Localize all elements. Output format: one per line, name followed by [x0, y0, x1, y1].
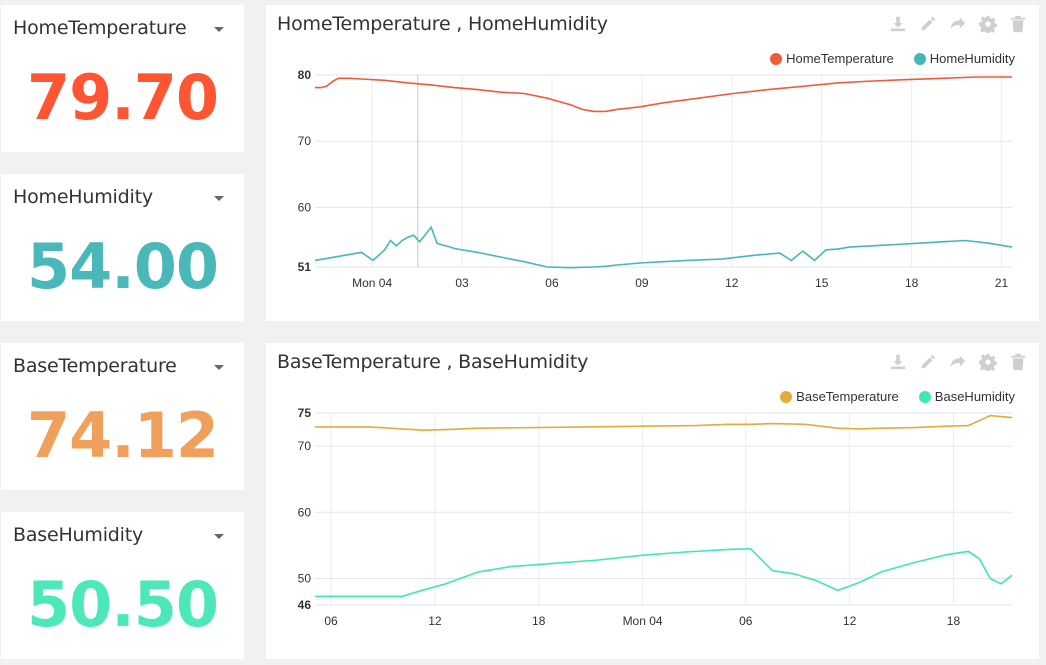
x-tick-label: 12: [843, 614, 857, 628]
y-tick-label: 60: [298, 505, 312, 519]
x-tick-label: Mon 04: [623, 614, 663, 628]
chevron-down-icon[interactable]: [214, 27, 224, 32]
y-tick-label: 60: [298, 200, 312, 214]
x-tick-label: 18: [947, 614, 961, 628]
y-tick-label: 75: [298, 406, 312, 420]
x-tick-label: 18: [532, 614, 546, 628]
chart-plot-home[interactable]: 80 70 60 51 Mon 04 03 06 09 12 15 18 21: [266, 5, 1039, 321]
y-tick-label: 80: [298, 68, 312, 82]
chevron-down-icon[interactable]: [214, 365, 224, 370]
series-line-hometemperature[interactable]: [315, 76, 1012, 113]
x-tick-label: 18: [905, 276, 919, 290]
widget-value: 54.00: [26, 230, 219, 303]
x-tick-label: Mon 04: [352, 276, 392, 290]
x-tick-label: 06: [545, 276, 559, 290]
widget-home-temperature: HomeTemperature 79.70: [1, 5, 244, 152]
widget-base-temperature: BaseTemperature 74.12: [1, 343, 244, 490]
widget-value: 79.70: [26, 61, 219, 134]
chart-plot-base[interactable]: 75 70 60 50 46 06 12 18 Mon 04 06 12 18: [266, 343, 1039, 659]
chart-card-home: HomeTemperature , HomeHumidity HomeTempe…: [266, 5, 1039, 321]
x-tick-label: 03: [455, 276, 469, 290]
widget-title: BaseTemperature: [13, 355, 177, 377]
y-tick-label: 50: [298, 572, 312, 586]
x-tick-label: 06: [739, 614, 753, 628]
widget-home-humidity: HomeHumidity 54.00: [1, 174, 244, 321]
x-tick-label: 21: [995, 276, 1009, 290]
x-tick-label: 12: [428, 614, 442, 628]
widget-value: 50.50: [26, 568, 219, 641]
widget-title: HomeHumidity: [13, 186, 153, 208]
series-line-homehumidity[interactable]: [314, 225, 1013, 269]
widget-title: HomeTemperature: [13, 17, 187, 39]
widget-base-humidity: BaseHumidity 50.50: [1, 512, 244, 659]
x-tick-label: 15: [815, 276, 829, 290]
y-tick-label: 70: [298, 134, 312, 148]
series-line-basehumidity[interactable]: [315, 547, 1013, 598]
x-tick-label: 09: [635, 276, 649, 290]
widget-value: 74.12: [26, 399, 219, 472]
chart-card-base: BaseTemperature , BaseHumidity BaseTempe…: [266, 343, 1039, 659]
widget-title: BaseHumidity: [13, 524, 144, 546]
y-tick-label: 51: [298, 260, 312, 274]
y-tick-label: 70: [298, 439, 312, 453]
y-tick-label: 46: [298, 598, 312, 612]
x-tick-label: 12: [725, 276, 739, 290]
chevron-down-icon[interactable]: [214, 196, 224, 201]
x-tick-label: 06: [324, 614, 338, 628]
chevron-down-icon[interactable]: [214, 534, 224, 539]
series-line-basetemperature[interactable]: [315, 414, 1013, 432]
